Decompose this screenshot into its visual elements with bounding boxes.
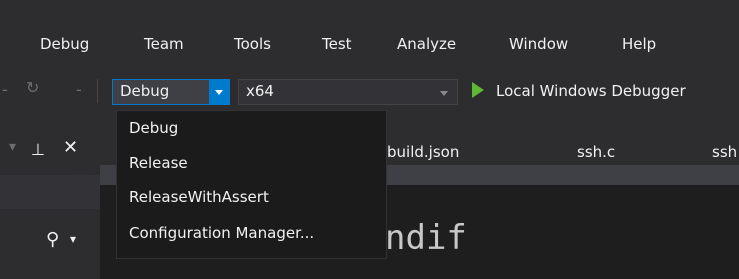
configuration-dropdown-list: Debug Release ReleaseWithAssert Configur…	[116, 110, 387, 259]
redo-icon[interactable]: ↻	[26, 78, 39, 97]
undo-dropdown-icon[interactable]: -	[2, 80, 8, 99]
dropdown-option-configuration-manager[interactable]: Configuration Manager...	[129, 224, 314, 242]
tab-build-json[interactable]: build.json	[387, 143, 459, 161]
dropdown-option-debug[interactable]: Debug	[129, 119, 178, 137]
menu-window[interactable]: Window	[509, 35, 568, 53]
pin-icon[interactable]: ⊥	[31, 140, 45, 159]
search-dropdown-icon[interactable]: ▾	[70, 232, 76, 246]
menu-test[interactable]: Test	[322, 35, 352, 53]
redo-dropdown-icon[interactable]: -	[76, 80, 82, 99]
menu-team[interactable]: Team	[144, 35, 184, 53]
search-bar[interactable]	[0, 175, 100, 209]
configuration-value: Debug	[120, 82, 170, 100]
menu-help[interactable]: Help	[622, 35, 656, 53]
toolbar-separator	[97, 79, 98, 103]
dropdown-option-release[interactable]: Release	[129, 154, 188, 172]
close-icon[interactable]: ✕	[63, 137, 78, 158]
menu-bar: Debug Team Tools Test Analyze Window Hel…	[0, 30, 739, 60]
tab-ssh[interactable]: ssh	[712, 143, 737, 161]
dropdown-option-releasewithassert[interactable]: ReleaseWithAssert	[129, 188, 269, 206]
panel-dropdown-icon[interactable]: ▾	[9, 139, 16, 155]
solution-configuration-combo[interactable]: Debug	[112, 79, 230, 105]
menu-debug[interactable]: Debug	[40, 35, 89, 53]
chevron-down-icon	[215, 90, 223, 95]
solution-platform-combo[interactable]: x64	[238, 79, 458, 105]
platform-value: x64	[246, 82, 274, 100]
chevron-down-icon	[440, 91, 448, 96]
start-debugging-icon[interactable]	[472, 82, 484, 98]
search-icon[interactable]: ⚲	[46, 229, 59, 250]
code-line: ndif	[385, 218, 467, 258]
tab-ssh-c[interactable]: ssh.c	[577, 143, 615, 161]
menu-tools[interactable]: Tools	[234, 35, 271, 53]
start-debugging-button[interactable]: Local Windows Debugger	[496, 82, 686, 100]
configuration-dropdown-button[interactable]	[209, 80, 229, 104]
menu-analyze[interactable]: Analyze	[397, 35, 456, 53]
